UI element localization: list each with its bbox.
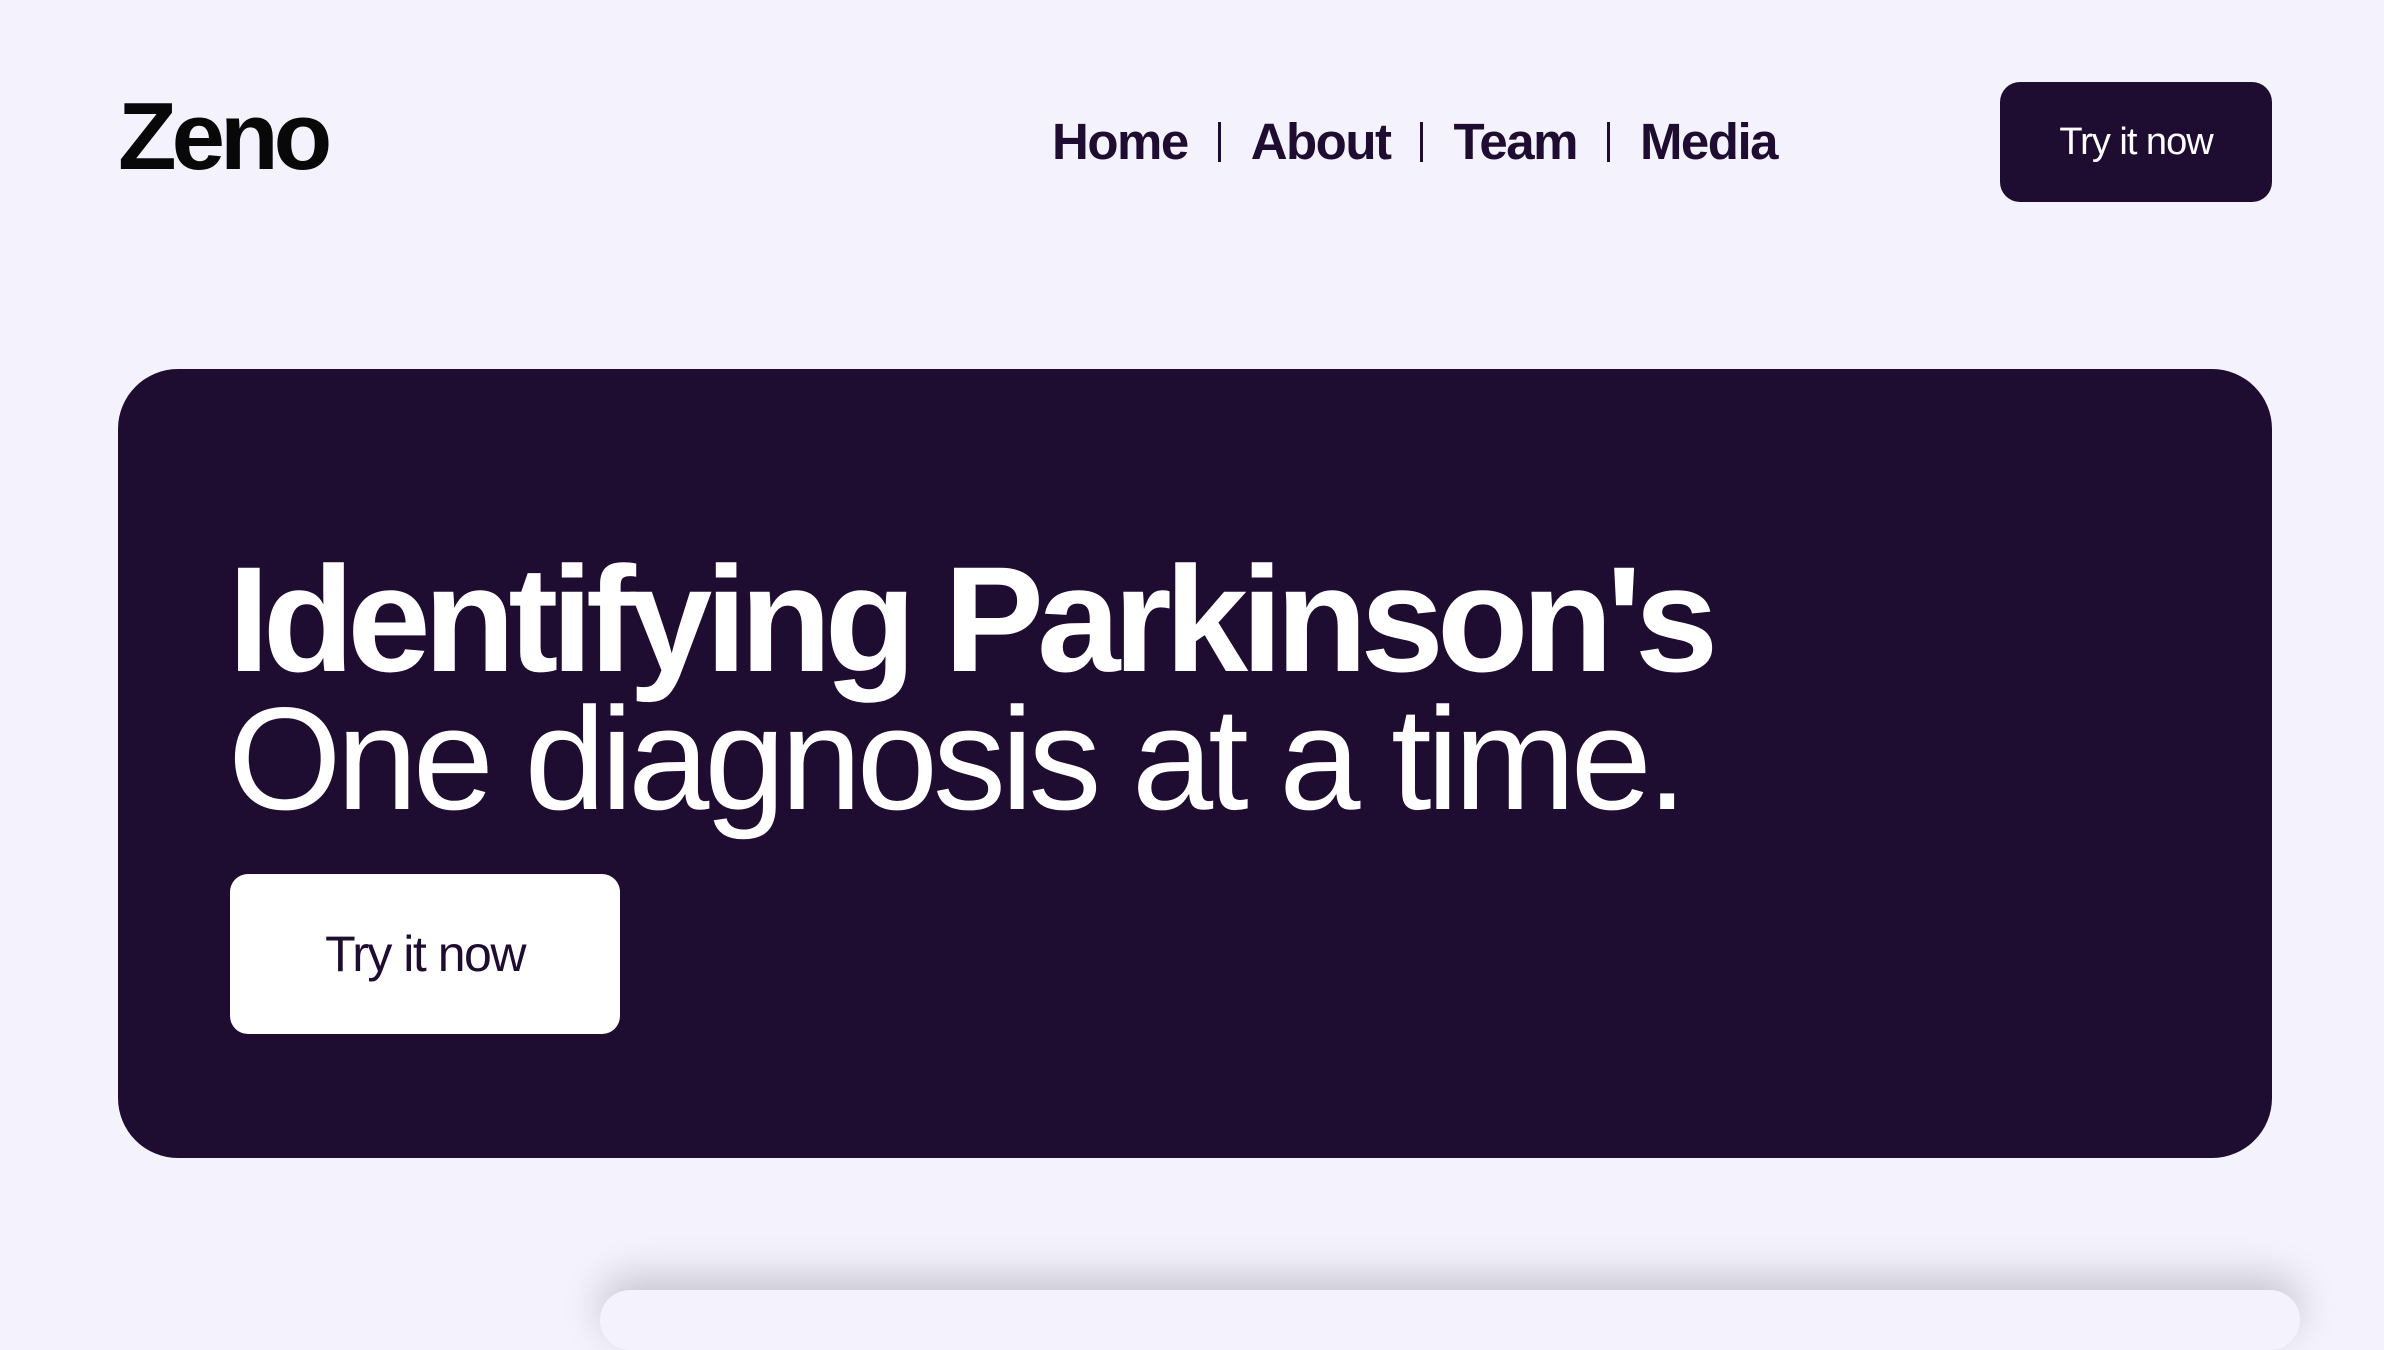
nav-item-home[interactable]: Home bbox=[1052, 108, 1189, 176]
logo[interactable]: Zeno bbox=[118, 82, 332, 192]
hero-subtitle: One diagnosis at a time. bbox=[228, 677, 1687, 840]
nav-item-media[interactable]: Media bbox=[1640, 108, 1779, 176]
header-try-it-now-button[interactable]: Try it now bbox=[2000, 82, 2272, 202]
nav-divider bbox=[1217, 122, 1221, 162]
nav-item-about[interactable]: About bbox=[1251, 108, 1392, 176]
hero-banner: Identifying Parkinson's One diagnosis at… bbox=[118, 369, 2272, 1158]
site-header: Zeno Home About Team Media Try it now bbox=[0, 0, 2384, 280]
main-nav: Home About Team Media bbox=[1052, 108, 1779, 176]
nav-item-team[interactable]: Team bbox=[1453, 108, 1578, 176]
hero-title: Identifying Parkinson's bbox=[228, 535, 1718, 703]
nav-divider bbox=[1420, 122, 1424, 162]
hero-try-it-now-button[interactable]: Try it now bbox=[230, 874, 620, 1034]
nav-divider bbox=[1606, 122, 1610, 162]
next-section-edge bbox=[600, 1290, 2300, 1350]
